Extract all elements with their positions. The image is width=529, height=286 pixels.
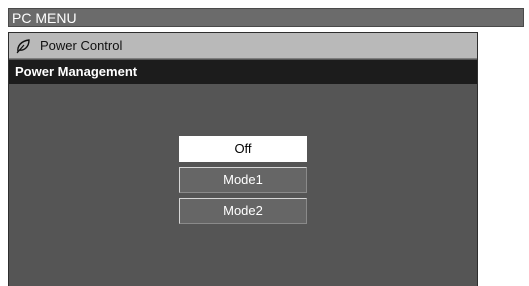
option-mode2-button[interactable]: Mode2 <box>179 198 307 224</box>
section-title: Power Management <box>15 64 138 79</box>
pc-menu-screen: PC MENU Power Control Power Management O… <box>0 0 529 286</box>
section-title-bar: Power Management <box>9 60 477 84</box>
menu-title-bar: PC MENU <box>8 8 524 27</box>
menu-title: PC MENU <box>12 10 77 26</box>
power-control-panel: Power Control Power Management Off Mode1… <box>8 32 478 286</box>
panel-title: Power Control <box>40 38 123 53</box>
option-mode1-button[interactable]: Mode1 <box>179 167 307 193</box>
option-off-button[interactable]: Off <box>179 136 307 162</box>
power-mode-options: Off Mode1 Mode2 <box>179 136 307 229</box>
panel-header: Power Control <box>9 33 477 59</box>
leaf-icon <box>15 38 31 54</box>
